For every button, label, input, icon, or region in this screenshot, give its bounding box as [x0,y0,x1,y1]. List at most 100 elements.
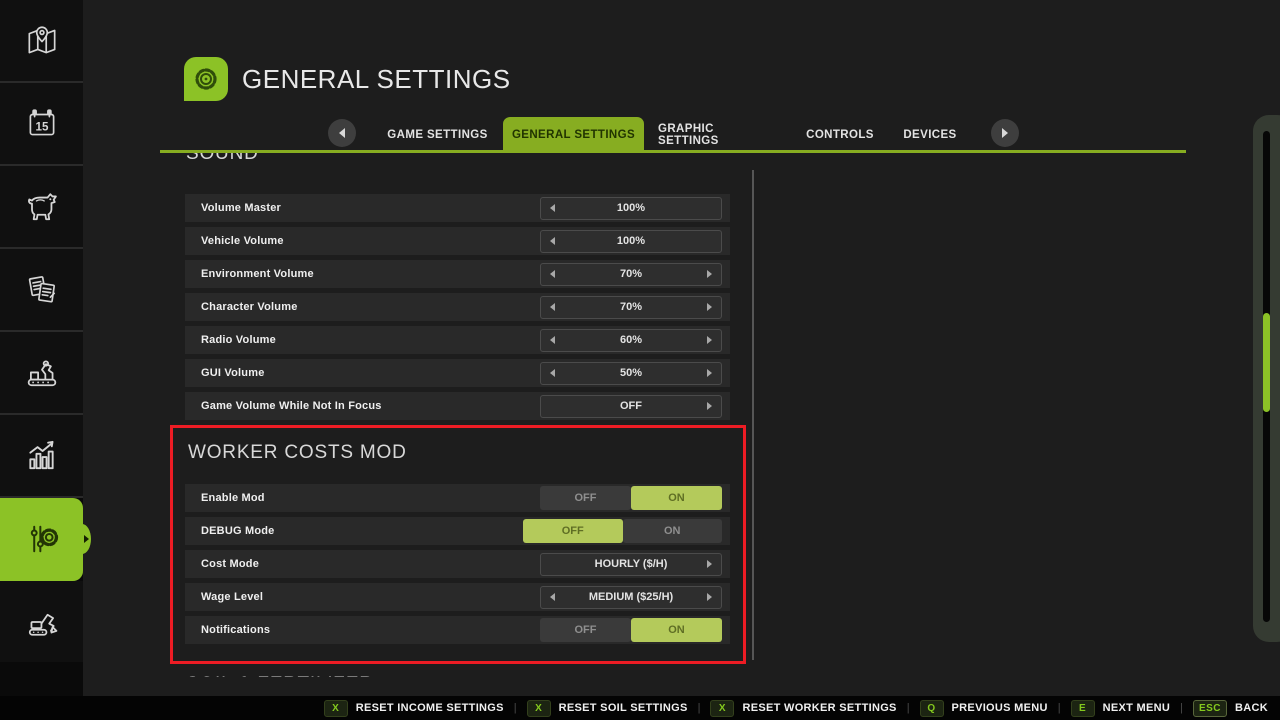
section-title-worker-costs-mod: WORKER COSTS MOD [188,440,730,466]
toggle-off-button[interactable]: OFF [523,519,623,543]
footer-separator: | [514,702,517,714]
stepper-increase-icon[interactable] [707,369,712,377]
page-title: GENERAL SETTINGS [242,64,511,95]
setting-row-notifications: Notifications OFFON [185,616,730,644]
page-scrollbar-thumb[interactable] [1263,313,1270,412]
setting-row-cost-mode: Cost Mode HOURLY ($/H) [185,550,730,578]
stepper-increase-icon[interactable] [707,336,712,344]
chevron-right-icon [1002,128,1008,138]
stepper-increase-icon[interactable] [707,270,712,278]
toggle-on-button[interactable]: ON [631,486,722,510]
footer-separator: | [907,702,910,714]
stepper-environment-volume[interactable]: 70% [540,263,722,286]
footer-hint-reset-income-settings[interactable]: XRESET INCOME SETTINGS [324,700,504,717]
cow-icon [22,187,62,227]
calendar-icon: 15 [23,105,61,143]
sidebar-item-statistics[interactable] [0,415,83,498]
setting-row-enable-mod: Enable ModOFFON [185,484,730,512]
setting-label: Notifications [201,624,270,636]
footer-hint-previous-menu[interactable]: Q PREVIOUS MENU [920,700,1048,717]
setting-label: Cost Mode [201,558,259,570]
sidebar-item-production[interactable] [0,332,83,415]
sidebar-item-construction[interactable] [0,581,83,662]
tabs-scroll-right-button[interactable] [991,119,1019,147]
keycap-x: X [710,700,734,717]
setting-label: Game Volume While Not In Focus [201,400,382,412]
stepper-cost-mode[interactable]: HOURLY ($/H) [540,553,722,576]
stepper-volume-master[interactable]: 100% [540,197,722,220]
stepper-decrease-icon[interactable] [550,369,555,377]
section-title-sound: SOUND [186,153,746,167]
toggle-notifications: OFFON [540,618,722,642]
stepper-vehicle-volume[interactable]: 100% [540,230,722,253]
tab-controls[interactable]: CONTROLS [800,117,880,152]
svg-text:15: 15 [35,120,48,133]
footer-hint-reset-soil-settings[interactable]: X RESET SOIL SETTINGS [527,700,688,717]
page-scrollbar-track[interactable] [1263,131,1270,622]
setting-label: DEBUG Mode [201,525,275,537]
setting-label: Wage Level [201,591,263,603]
keycap-x: X [527,700,551,717]
sidebar-item-calendar[interactable]: 15 [0,83,83,166]
sidebar: 15 [0,0,83,696]
toggle-debug-mode: OFFON [523,519,722,543]
stepper-game-volume-while-not-in-focus[interactable]: OFF [540,395,722,418]
chevron-left-icon [339,128,345,138]
stepper-value: 50% [620,367,642,379]
toggle-off-button[interactable]: OFF [540,618,631,642]
footer-hint-back[interactable]: ESCBACK [1193,700,1268,717]
setting-row-debug-mode: DEBUG Mode OFFON [185,517,730,545]
sound-rows: Volume Master100%Vehicle Volume100%Envir… [168,194,746,420]
footer-hint-label: PREVIOUS MENU [952,702,1048,714]
panel-scrollbar[interactable] [752,170,754,660]
contracts-icon [22,270,62,310]
settings-scroll-panel[interactable]: SOUND Volume Master100% Vehicle Volume 100… [168,153,746,677]
tab-graphic-settings[interactable]: GRAPHIC SETTINGS [658,117,776,152]
setting-row-volume-master: Volume Master100% [185,194,730,222]
worker-costs-mod-highlight-box: WORKER COSTS MOD Enable ModOFFON DEBUG Mo… [170,425,746,664]
stepper-decrease-icon[interactable] [550,204,555,212]
tab-general-settings[interactable]: GENERAL SETTINGS [503,117,644,152]
map-icon [23,22,61,60]
footer-hint-label: RESET SOIL SETTINGS [559,702,688,714]
stepper-decrease-icon[interactable] [550,593,555,601]
tab-devices[interactable]: DEVICES [898,117,962,152]
stepper-gui-volume[interactable]: 50% [540,362,722,385]
footer-separator: | [1180,702,1183,714]
setting-row-wage-level: Wage Level MEDIUM ($25/H) [185,583,730,611]
toggle-on-button[interactable]: ON [631,618,722,642]
stepper-increase-icon[interactable] [707,593,712,601]
footer-hint-reset-worker-settings[interactable]: XRESET WORKER SETTINGS [710,700,896,717]
setting-row-character-volume: Character Volume70% [185,293,730,321]
stepper-value: 60% [620,334,642,346]
tabs-scroll-left-button[interactable] [328,119,356,147]
footer-hint-next-menu[interactable]: ENEXT MENU [1071,700,1170,717]
statistics-icon [22,436,62,476]
stepper-decrease-icon[interactable] [550,237,555,245]
stepper-decrease-icon[interactable] [550,303,555,311]
stepper-radio-volume[interactable]: 60% [540,329,722,352]
sidebar-item-settings[interactable] [0,498,83,581]
footer-hint-bar: XRESET INCOME SETTINGS | X RESET SOIL SETTI… [0,696,1280,720]
toggle-on-button[interactable]: ON [623,519,723,543]
stepper-value: MEDIUM ($25/H) [589,591,673,603]
sidebar-item-contracts[interactable] [0,249,83,332]
sidebar-item-animals[interactable] [0,166,83,249]
sidebar-item-map[interactable] [0,0,83,83]
keycap-e: E [1071,700,1095,717]
keycap-q: Q [920,700,944,717]
toggle-off-button[interactable]: OFF [540,486,631,510]
stepper-increase-icon[interactable] [707,303,712,311]
settings-sliders-gear-icon [22,519,62,559]
stepper-decrease-icon[interactable] [550,270,555,278]
footer-separator: | [1058,702,1061,714]
stepper-character-volume[interactable]: 70% [540,296,722,319]
setting-label: Vehicle Volume [201,235,284,247]
stepper-increase-icon[interactable] [707,560,712,568]
tab-game-settings[interactable]: GAME SETTINGS [385,117,490,152]
stepper-increase-icon[interactable] [707,402,712,410]
setting-row-vehicle-volume: Vehicle Volume 100% [185,227,730,255]
stepper-value: 70% [620,301,642,313]
stepper-wage-level[interactable]: MEDIUM ($25/H) [540,586,722,609]
stepper-decrease-icon[interactable] [550,336,555,344]
